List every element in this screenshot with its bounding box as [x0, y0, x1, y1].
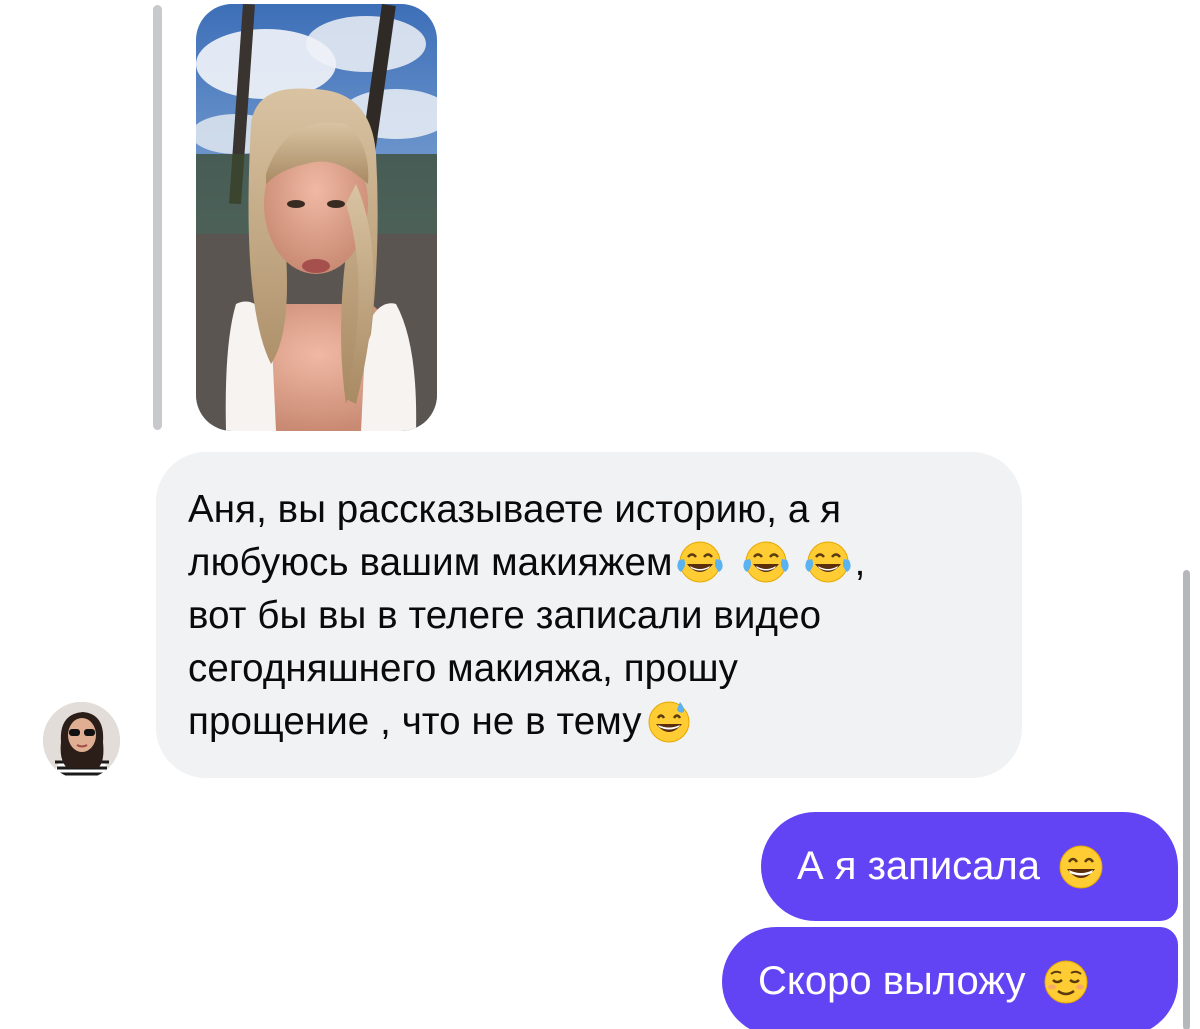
sender-avatar[interactable]: [43, 702, 120, 779]
grinning-face-with-smiling-eyes-icon: [1056, 843, 1106, 891]
outgoing-message-text: Скоро выложу: [758, 959, 1026, 1003]
reply-indicator-bar: [153, 5, 162, 430]
message-line: любуюсь вашим макияжем: [188, 541, 673, 584]
message-line: сегодняшнего макияжа, прошу: [188, 647, 739, 690]
outgoing-message-bubble[interactable]: А я записала: [761, 812, 1178, 921]
outgoing-message-text: А я записала: [797, 844, 1040, 888]
message-punctuation: ,: [854, 541, 866, 584]
face-with-tears-of-joy-icon: [803, 540, 853, 584]
message-line: вот бы вы в телеге записали видео: [188, 594, 822, 637]
face-with-tears-of-joy-icon: [675, 540, 725, 584]
face-with-tears-of-joy-icon: [741, 540, 791, 584]
relieved-face-icon: [1041, 958, 1091, 1006]
avatar-image: [43, 702, 120, 779]
incoming-message-bubble[interactable]: Аня, вы рассказываете историю, а я любую…: [156, 452, 1022, 778]
message-thread: Аня, вы рассказываете историю, а я любую…: [0, 0, 1200, 1029]
message-line: прощение , что не в тему: [188, 700, 642, 743]
grinning-face-with-sweat-icon: [644, 698, 694, 744]
outgoing-message-bubble[interactable]: Скоро выложу: [722, 927, 1178, 1029]
story-image: [196, 4, 437, 431]
story-video-thumbnail[interactable]: [196, 4, 437, 431]
message-line: Аня, вы рассказываете историю, а я: [188, 488, 842, 531]
incoming-message-text: Аня, вы рассказываете историю, а я любую…: [188, 483, 986, 748]
scrollbar[interactable]: [1183, 570, 1190, 1029]
